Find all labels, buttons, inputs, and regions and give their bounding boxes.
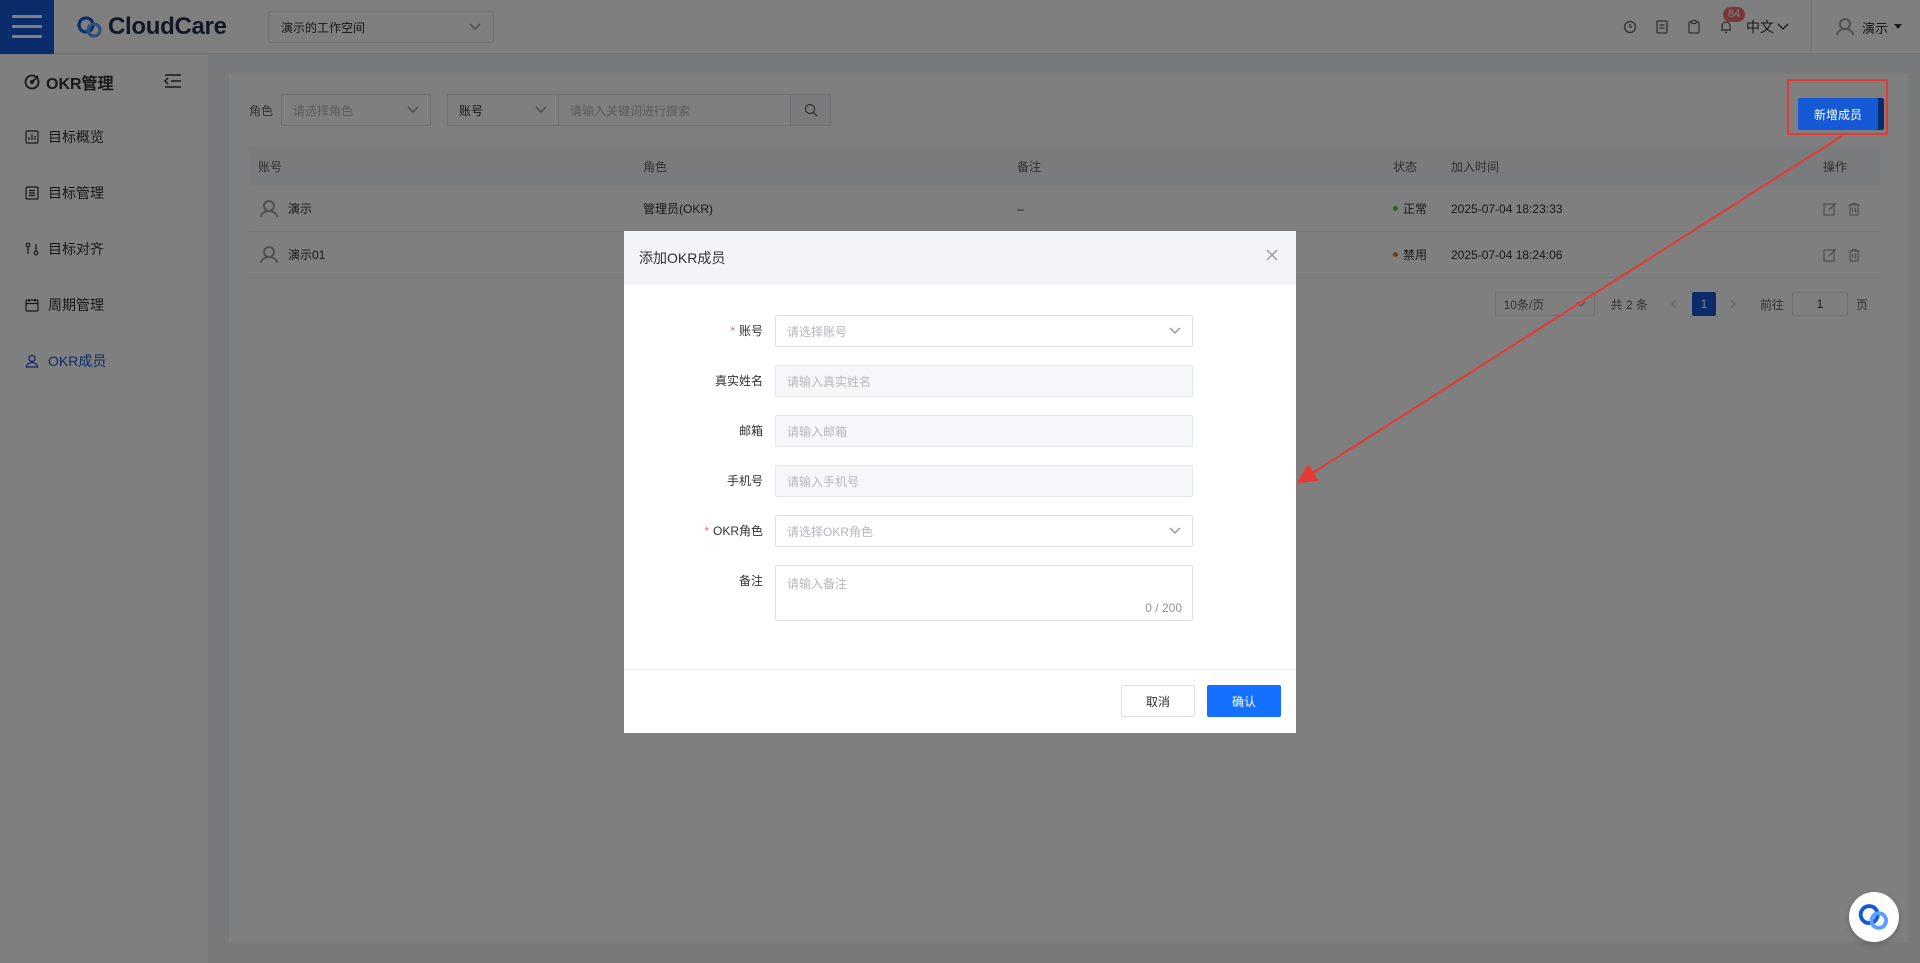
form-row-account: * 账号 请选择账号 <box>624 315 1296 365</box>
form-row-realname: 真实姓名 请输入真实姓名 <box>624 365 1296 415</box>
form-row-note: 备注 请输入备注 0 / 200 <box>624 565 1296 635</box>
account-select[interactable]: 请选择账号 <box>775 315 1193 347</box>
email-input-placeholder: 请输入邮箱 <box>787 424 848 439</box>
okr-role-select[interactable]: 请选择OKR角色 <box>775 515 1193 547</box>
phone-label: 手机号 <box>726 474 763 488</box>
form-row-okr-role: * OKR角色 请选择OKR角色 <box>624 515 1296 565</box>
realname-input[interactable]: 请输入真实姓名 <box>775 365 1193 397</box>
dialog-footer: 取消 确认 <box>624 669 1296 733</box>
close-icon[interactable] <box>1266 249 1278 261</box>
phone-input[interactable]: 请输入手机号 <box>775 465 1193 497</box>
chevron-down-icon <box>1169 327 1181 334</box>
member-form: * 账号 请选择账号 真实姓名 请输入真实姓名 邮箱 请输入邮箱 手机号 请输入手… <box>624 315 1296 635</box>
add-member-button-highlighted[interactable]: 新增成员 <box>1798 98 1878 130</box>
cloudcare-logo-icon <box>1858 904 1889 930</box>
floating-assistant-button[interactable] <box>1849 892 1899 942</box>
dialog-header: 添加OKR成员 <box>624 231 1296 285</box>
email-label: 邮箱 <box>738 424 763 438</box>
form-row-phone: 手机号 请输入手机号 <box>624 465 1296 515</box>
note-textarea[interactable]: 请输入备注 0 / 200 <box>775 565 1193 621</box>
dialog-title: 添加OKR成员 <box>639 250 726 266</box>
okr-role-label: * OKR角色 <box>704 524 763 538</box>
confirm-button[interactable]: 确认 <box>1207 685 1281 717</box>
account-select-placeholder: 请选择账号 <box>787 324 848 339</box>
note-char-count: 0 / 200 <box>1145 601 1182 615</box>
account-label: * 账号 <box>730 324 763 338</box>
email-input[interactable]: 请输入邮箱 <box>775 415 1193 447</box>
phone-input-placeholder: 请输入手机号 <box>787 474 860 489</box>
note-label: 备注 <box>738 574 763 588</box>
chevron-down-icon <box>1169 527 1181 534</box>
add-member-dialog: 添加OKR成员 * 账号 请选择账号 真实姓名 请输入真实姓名 邮箱 请输入邮箱 … <box>624 231 1296 733</box>
okr-role-select-placeholder: 请选择OKR角色 <box>787 524 874 539</box>
note-textarea-placeholder: 请输入备注 <box>787 577 848 591</box>
form-row-email: 邮箱 请输入邮箱 <box>624 415 1296 465</box>
cancel-button[interactable]: 取消 <box>1121 685 1195 717</box>
realname-label: 真实姓名 <box>714 374 763 388</box>
realname-input-placeholder: 请输入真实姓名 <box>787 374 872 389</box>
